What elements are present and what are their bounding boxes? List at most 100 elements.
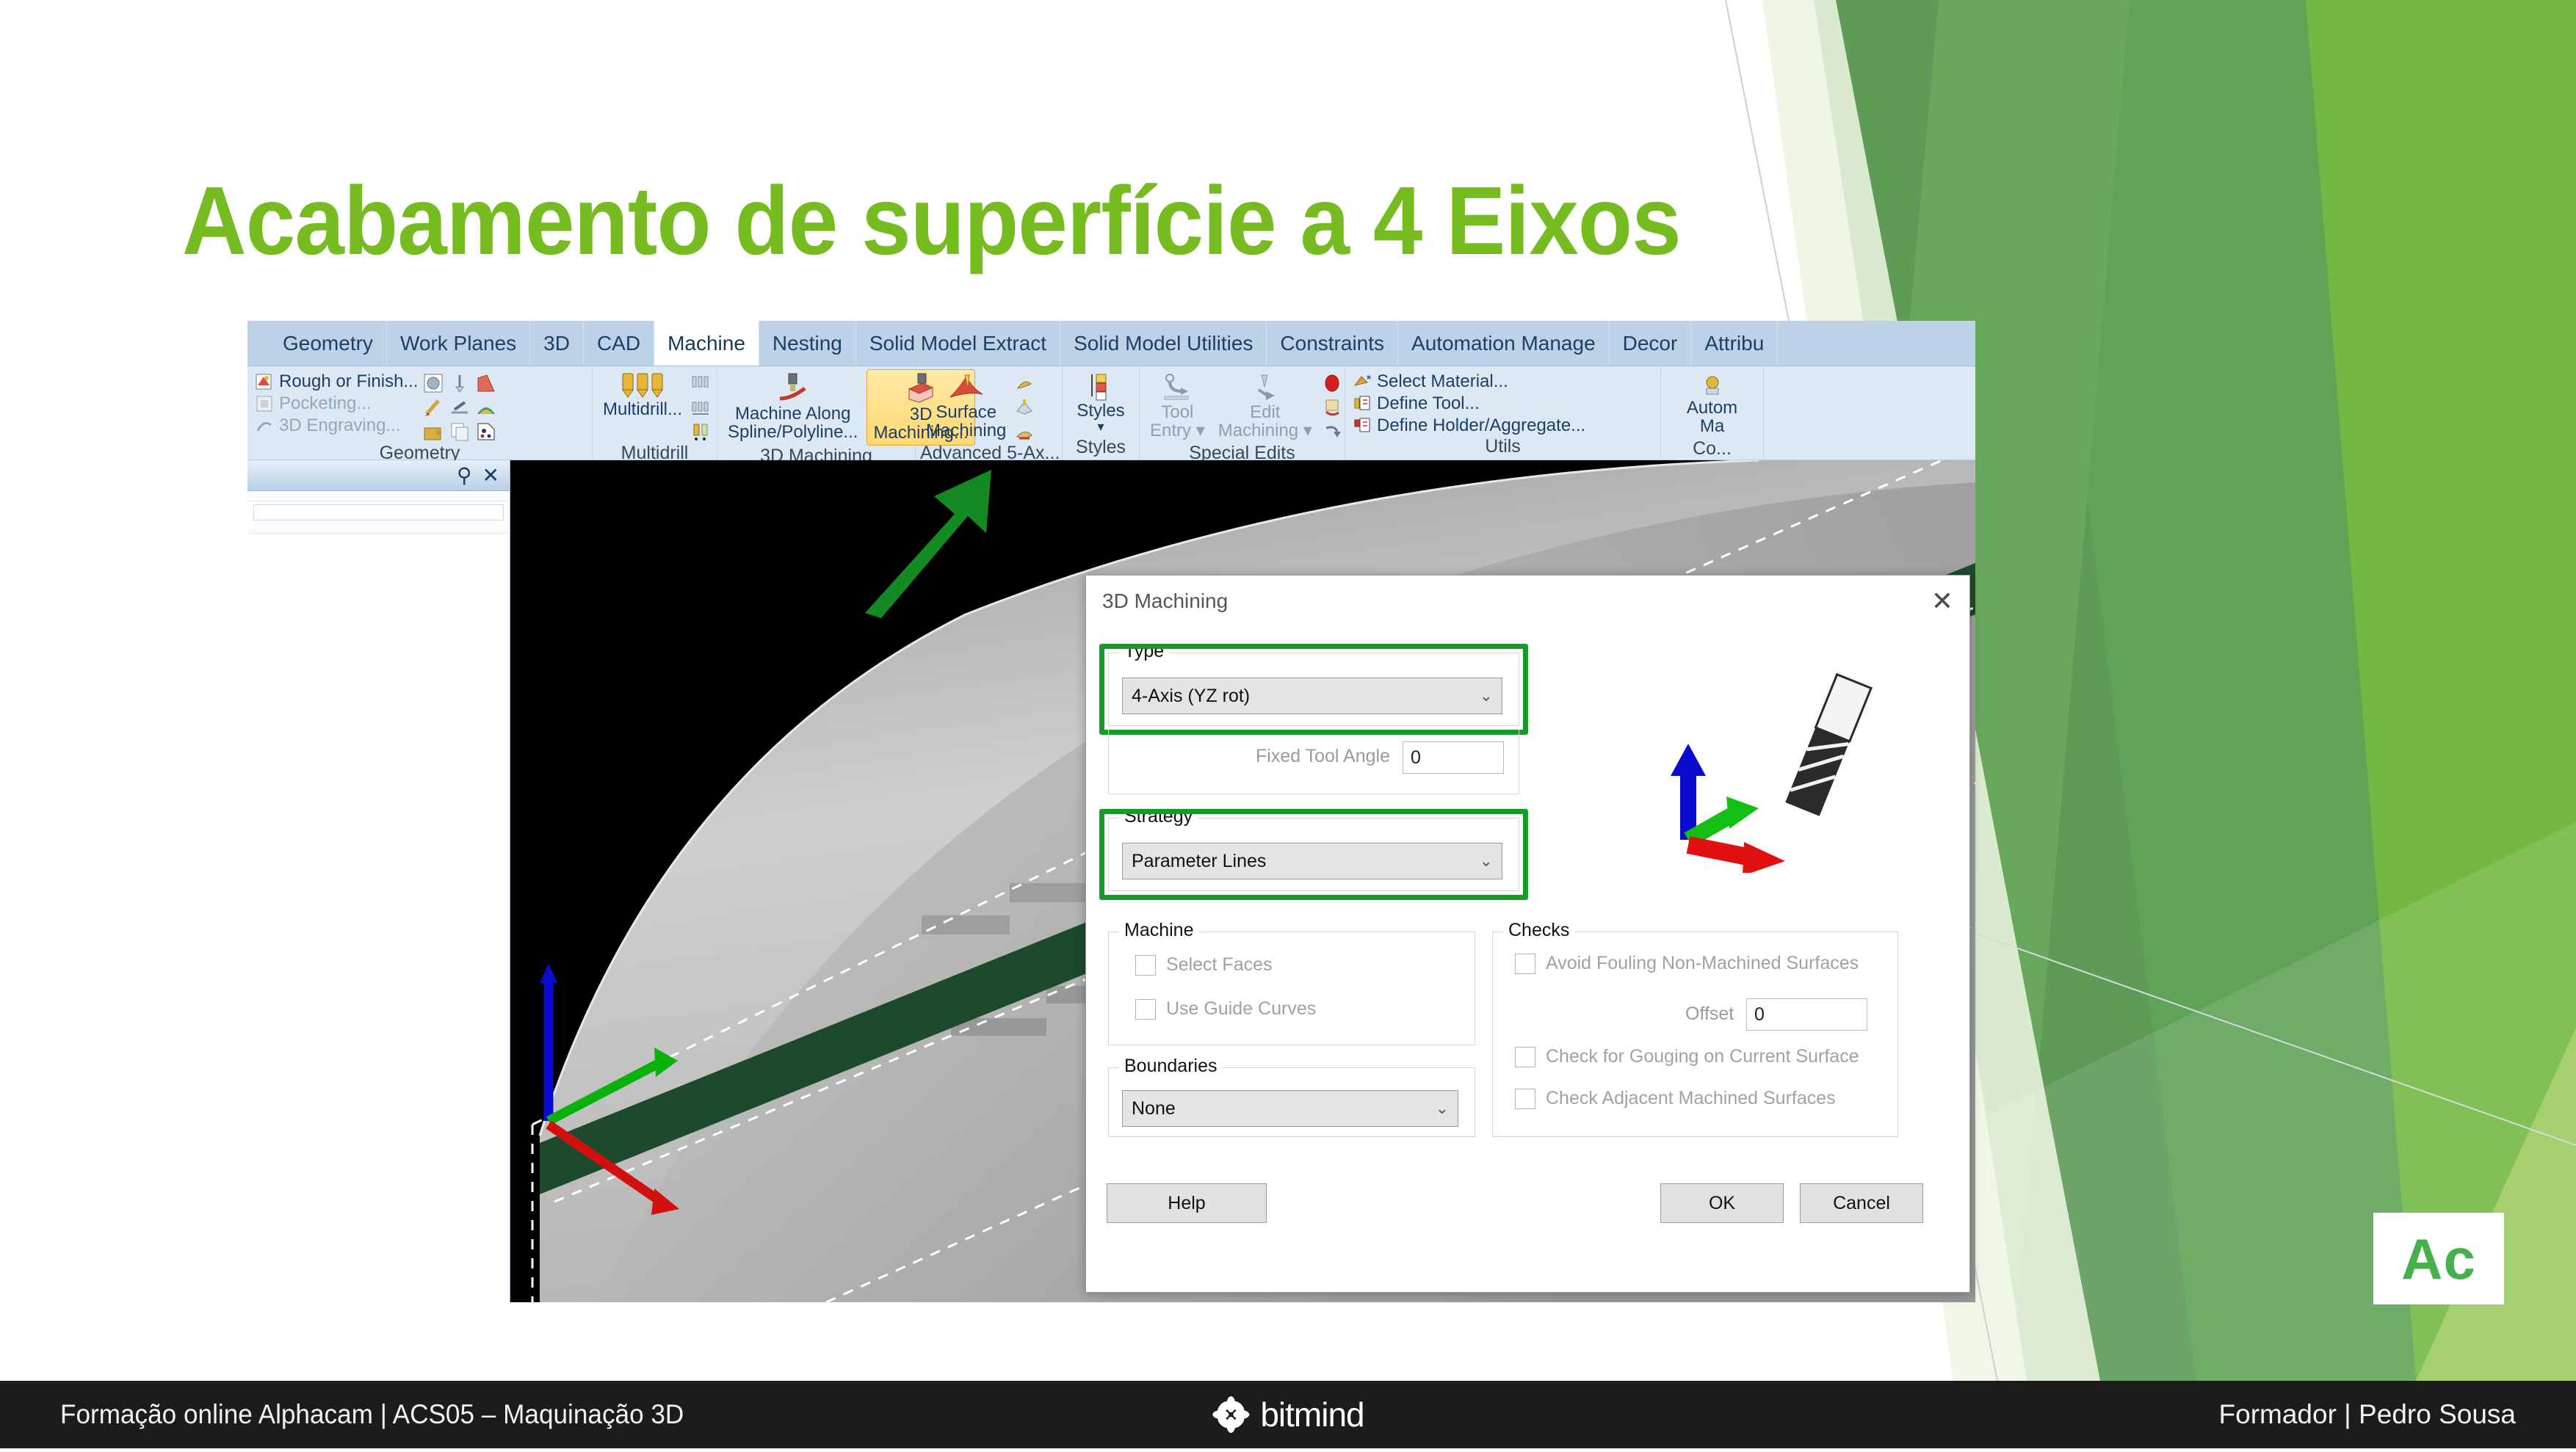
styles-button[interactable]: Styles ▾: [1071, 369, 1130, 437]
tab-decor[interactable]: Decor: [1610, 321, 1692, 366]
checkbox-select-faces[interactable]: Select Faces: [1135, 954, 1273, 976]
drill-bank-b-icon[interactable]: [690, 396, 712, 418]
machine-along-spline-icon: [775, 372, 811, 404]
relief-icon[interactable]: [475, 396, 497, 418]
chevron-down-icon[interactable]: ▾: [1196, 421, 1205, 440]
checkbox-label: Select Faces: [1166, 954, 1273, 975]
pocket-island-icon[interactable]: [422, 421, 444, 443]
checkbox-box[interactable]: [1135, 954, 1156, 976]
offset-input[interactable]: 0: [1746, 998, 1867, 1031]
left-panel-search-field[interactable]: [253, 504, 504, 520]
checks-group: Checks Avoid Fouling Non-Machined Surfac…: [1492, 920, 1898, 1137]
button-label-line1: Edit: [1250, 402, 1281, 422]
copy-geometry-icon[interactable]: [449, 421, 471, 443]
automation-manager-button[interactable]: Autom Ma: [1681, 369, 1743, 438]
impeller-icon[interactable]: [1013, 421, 1035, 443]
command-label: Define Tool...: [1377, 393, 1480, 413]
tool-entry-button[interactable]: Tool Entry ▾: [1144, 369, 1211, 443]
button-label-line1: Autom: [1686, 398, 1738, 418]
checkbox-avoid-fouling[interactable]: Avoid Fouling Non-Machined Surfaces: [1515, 953, 1859, 974]
checkbox-box[interactable]: [1515, 953, 1535, 974]
tool-axes-preview: [1600, 653, 1909, 876]
footer-course-label: Formação online Alphacam | ACS05 – Maqui…: [60, 1399, 684, 1429]
boundaries-combo-value: None: [1132, 1097, 1176, 1119]
boundaries-group: Boundaries None ⌄: [1108, 1056, 1475, 1137]
left-panel-toolbar-strip: [247, 491, 510, 501]
command-3d-engraving[interactable]: 3D Engraving...: [255, 416, 418, 435]
offset-label: Offset: [1685, 1003, 1734, 1024]
hand-edit-icon[interactable]: [1321, 396, 1343, 418]
boundaries-combo[interactable]: None ⌄: [1122, 1090, 1458, 1127]
close-icon[interactable]: ✕: [482, 465, 499, 486]
command-rough-or-finish[interactable]: Rough or Finish...: [255, 372, 418, 391]
command-select-material[interactable]: Select Material...: [1353, 372, 1585, 391]
endmill-tool-icon: [1785, 672, 1873, 816]
button-label-line1: Machine Along: [734, 404, 851, 424]
tab-constraints[interactable]: Constraints: [1267, 321, 1399, 366]
chevron-down-icon[interactable]: ▾: [1303, 421, 1312, 440]
tab-nesting[interactable]: Nesting: [759, 321, 856, 366]
ok-button[interactable]: OK: [1660, 1183, 1784, 1223]
tab-cad[interactable]: CAD: [584, 321, 655, 366]
button-label-line2: Machining: [926, 421, 1007, 441]
tab-machine[interactable]: Machine: [654, 321, 759, 366]
cancel-button[interactable]: Cancel: [1800, 1183, 1923, 1223]
left-panel-tree[interactable]: [247, 534, 510, 1180]
checkbox-box[interactable]: [1135, 998, 1156, 1020]
fixed-tool-angle-input[interactable]: 0: [1403, 741, 1504, 774]
machine-legend: Machine: [1119, 920, 1199, 941]
3d-machining-dialog: 3D Machining ✕ Type 4-Axis (YZ rot) ⌄ Fi…: [1085, 575, 1970, 1293]
page-title: Acabamento de superfície a 4 Eixos: [182, 167, 1682, 275]
checkbox-use-guide-curves[interactable]: Use Guide Curves: [1135, 998, 1316, 1020]
ribbon-group-geometry: Rough or Finish... Pocketing... 3D Engra…: [247, 366, 593, 463]
edit-machining-button[interactable]: Edit Machining ▾: [1212, 369, 1318, 443]
checkbox-label: Check Adjacent Machined Surfaces: [1546, 1088, 1836, 1108]
tab-attributes[interactable]: Attribu: [1691, 321, 1779, 366]
define-holder-icon: [1353, 416, 1372, 435]
chevron-down-icon[interactable]: ▾: [1097, 420, 1104, 434]
tab-work-planes[interactable]: Work Planes: [387, 321, 531, 366]
tab-solid-model-utilities[interactable]: Solid Model Utilities: [1060, 321, 1267, 366]
drill-profile-icon[interactable]: [449, 372, 471, 394]
command-define-tool[interactable]: Define Tool...: [1353, 394, 1585, 413]
record-point-icon[interactable]: [1321, 372, 1343, 394]
reorder-icon[interactable]: [1321, 421, 1343, 443]
planing-icon[interactable]: [449, 396, 471, 418]
command-pocketing[interactable]: Pocketing...: [255, 394, 418, 413]
tab-3d[interactable]: 3D: [530, 321, 584, 366]
drill-bank-a-icon[interactable]: [690, 372, 712, 394]
button-label-line1: Surface: [936, 402, 997, 422]
sphere-machining-icon[interactable]: [422, 372, 444, 394]
multidrill-button[interactable]: Multidrill...: [597, 369, 688, 421]
swarf-icon[interactable]: [1013, 372, 1035, 394]
help-button[interactable]: Help: [1107, 1183, 1267, 1223]
checkbox-box[interactable]: [1515, 1088, 1535, 1109]
pen-engrave-icon[interactable]: [422, 396, 444, 418]
chamfer-icon[interactable]: [475, 372, 497, 394]
ac-logo-text: Ac: [2401, 1226, 2476, 1291]
tab-solid-model-extract[interactable]: Solid Model Extract: [856, 321, 1061, 366]
command-define-holder[interactable]: Define Holder/Aggregate...: [1353, 416, 1585, 435]
close-icon[interactable]: ✕: [1931, 588, 1953, 614]
tab-geometry[interactable]: Geometry: [269, 321, 387, 366]
flow-icon[interactable]: [1013, 396, 1035, 418]
fixed-tool-angle-group: Fixed Tool Angle 0: [1108, 730, 1519, 794]
machine-along-spline-button[interactable]: Machine Along Spline/Polyline...: [722, 369, 864, 444]
define-tool-icon: [1353, 394, 1372, 413]
group-title-utils: Utils: [1485, 436, 1521, 457]
checkbox-box[interactable]: [1515, 1046, 1535, 1067]
drill-pair-icon[interactable]: [690, 421, 712, 443]
drill-pattern-icon[interactable]: [475, 421, 497, 443]
styles-stack-icon: [1088, 372, 1114, 402]
flower-asterisk-icon: [1212, 1395, 1250, 1434]
chevron-down-icon[interactable]: ⌄: [1436, 1100, 1449, 1117]
left-dock-panel: ⚲ ✕: [247, 460, 510, 1302]
checkbox-check-gouging[interactable]: Check for Gouging on Current Surface: [1515, 1046, 1859, 1067]
pin-icon[interactable]: ⚲: [457, 465, 472, 486]
geometry-command-list: Rough or Finish... Pocketing... 3D Engra…: [252, 369, 421, 435]
tab-automation-manager[interactable]: Automation Manage: [1398, 321, 1610, 366]
ribbon-group-advanced-5-axis: Surface Machining Advanced 5-Ax...: [916, 366, 1063, 463]
checkbox-check-adjacent[interactable]: Check Adjacent Machined Surfaces: [1515, 1088, 1836, 1109]
surface-machining-button[interactable]: Surface Machining: [920, 369, 1012, 443]
left-panel-header: ⚲ ✕: [247, 460, 510, 491]
